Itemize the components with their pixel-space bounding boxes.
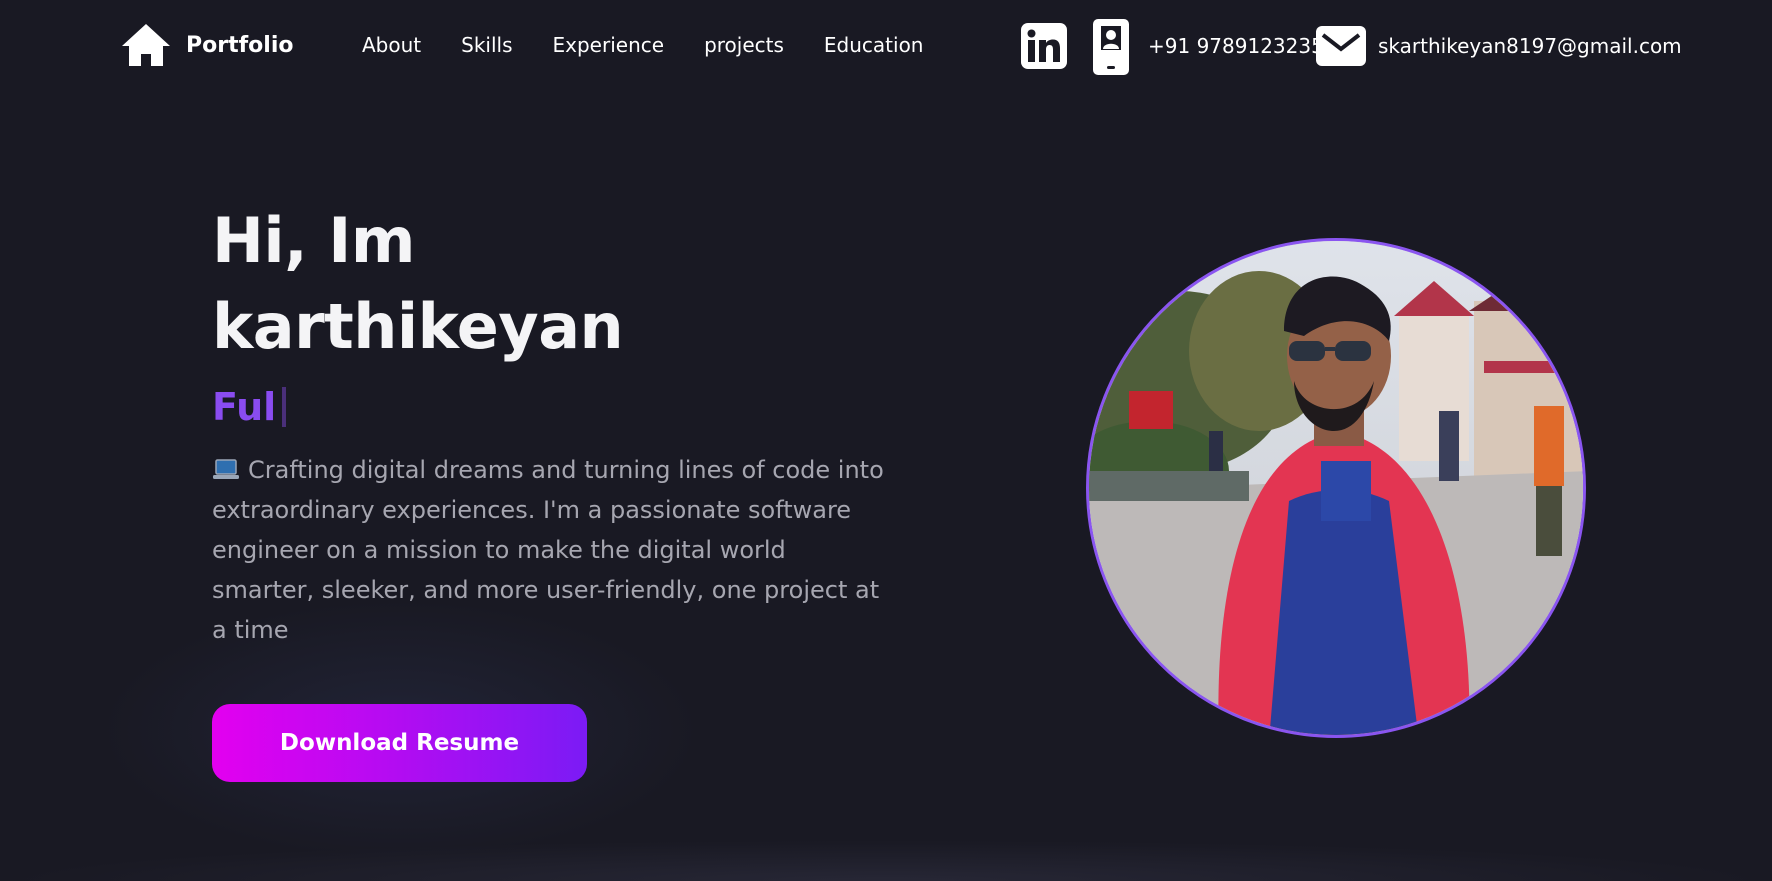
- page: Portfolio About Skills Experience projec…: [0, 0, 1772, 881]
- hero-title-line1: Hi, Im: [212, 204, 415, 277]
- bio-text: Crafting digital dreams and turning line…: [212, 456, 884, 644]
- hero-title-name: karthikeyan: [212, 290, 624, 363]
- section-divider: [0, 840, 1772, 881]
- home-icon: [122, 24, 170, 66]
- download-resume-label: Download Resume: [279, 730, 520, 756]
- nav-link-about[interactable]: About: [362, 33, 421, 57]
- hero-title: Hi, Im karthikeyan: [212, 198, 912, 370]
- brand-label: Portfolio: [186, 32, 294, 58]
- mail-icon[interactable]: [1315, 25, 1367, 67]
- profile-photo-illustration: [1089, 241, 1583, 735]
- email-address[interactable]: skarthikeyan8197@gmail.com: [1378, 34, 1682, 58]
- typing-cursor: [282, 387, 287, 427]
- nav-link-skills[interactable]: Skills: [461, 33, 512, 57]
- nav-link-education[interactable]: Education: [824, 33, 924, 57]
- profile-photo: [1086, 238, 1586, 738]
- typed-role: Ful: [212, 385, 287, 429]
- nav-links: About Skills Experience projects Educati…: [362, 33, 963, 57]
- bio-paragraph: Crafting digital dreams and turning line…: [212, 450, 892, 650]
- linkedin-icon[interactable]: [1020, 22, 1068, 70]
- laptop-icon: [213, 459, 239, 479]
- nav-link-projects[interactable]: projects: [704, 33, 784, 57]
- nav-link-experience[interactable]: Experience: [553, 33, 665, 57]
- navbar: Portfolio About Skills Experience projec…: [0, 0, 1772, 94]
- brand-link[interactable]: Portfolio: [120, 22, 294, 68]
- download-resume-button[interactable]: Download Resume: [212, 704, 587, 782]
- contact-card-icon[interactable]: [1092, 18, 1130, 76]
- phone-number[interactable]: +91 9789123235: [1148, 34, 1324, 58]
- typed-role-text: Ful: [212, 385, 277, 429]
